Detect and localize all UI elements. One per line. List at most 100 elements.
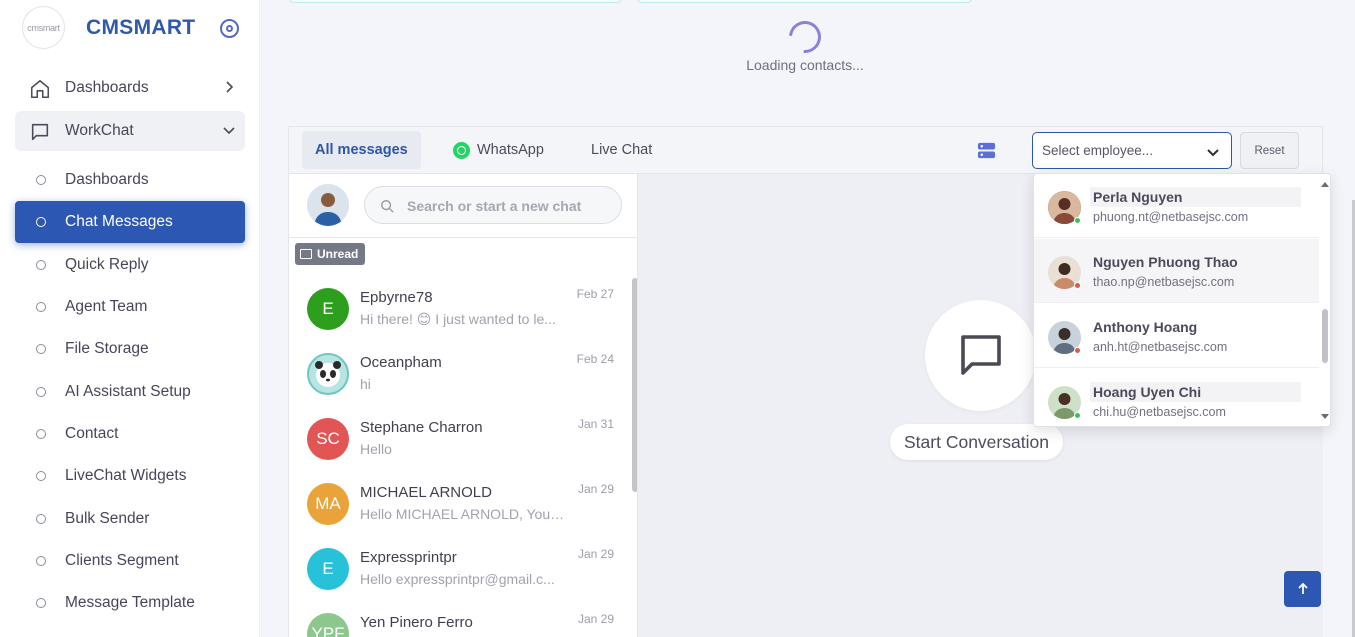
message-bubble-icon [961,335,1001,375]
circle-bullet-icon [36,556,46,566]
contact-date: Jan 31 [577,417,614,431]
sidebar-subitem-label: Chat Messages [65,213,173,230]
scroll-to-top-button[interactable] [1284,571,1321,607]
contact-row[interactable]: MA MICHAEL ARNOLD Hello MICHAEL ARNOLD, … [289,472,629,537]
channel-tabs: All messages WhatsApp Live Chat Select e… [289,127,1322,174]
contact-name: Stephane Charron [360,419,483,436]
contact-name: Epbyrne78 [360,289,433,306]
panda-avatar-icon [307,353,349,395]
contact-date: Feb 27 [576,287,614,301]
sidebar-subitem-livechat-widgets[interactable]: LiveChat Widgets [15,455,245,497]
tab-live-chat[interactable]: Live Chat [591,131,652,169]
tab-whatsapp[interactable]: WhatsApp [451,131,546,169]
contact-last-message: Hello [360,441,392,457]
employee-email: anh.ht@netbasejsc.com [1093,340,1228,354]
sidebar-subitem-label: Message Template [65,594,195,611]
sidebar-subitem-label: Bulk Sender [65,510,150,527]
sidebar-subitem-dashboards[interactable]: Dashboards [15,159,245,201]
contact-name: MICHAEL ARNOLD [360,484,492,501]
employee-option[interactable]: Hoang Uyen Chi chi.hu@netbasejsc.com [1034,369,1319,426]
sidebar-subitem-agent-team[interactable]: Agent Team [15,286,245,328]
brand-logo[interactable]: cmsmart [22,6,65,49]
employee-name: Anthony Hoang [1093,319,1198,335]
sidebar-subitem-label: LiveChat Widgets [65,467,187,484]
employee-option[interactable]: Nguyen Phuong Thao thao.np@netbasejsc.co… [1034,239,1319,303]
loading-spinner-icon [782,14,828,60]
sidebar-toggle-icon[interactable] [220,19,239,38]
unread-filter-button[interactable]: Unread [295,243,366,265]
circle-bullet-icon [36,514,46,524]
start-conversation-button[interactable]: Start Conversation [890,424,1063,460]
sidebar-subitem-chat-messages[interactable]: Chat Messages [15,201,245,243]
scroll-down-icon[interactable] [1321,414,1329,419]
search-input[interactable] [407,196,607,216]
employee-dropdown: Perla Nguyen phuong.nt@netbasejsc.com Ng… [1033,173,1331,427]
tab-label: WhatsApp [477,142,544,158]
circle-bullet-icon [36,175,46,185]
status-dot [1074,217,1081,224]
sidebar-subitem-label: Clients Segment [65,552,179,569]
brand: cmsmart CMSMART [22,6,252,50]
contact-last-message: Hi there! 😊 I just wanted to le... [360,311,556,327]
circle-bullet-icon [36,598,46,608]
reset-button[interactable]: Reset [1240,132,1299,169]
contact-date: Jan 29 [577,612,614,626]
employee-name: Nguyen Phuong Thao [1093,254,1238,270]
sidebar-subitem-ai-assistant-setup[interactable]: AI Assistant Setup [15,371,245,413]
sidebar-subitem-contact[interactable]: Contact [15,413,245,455]
contact-list-panel: Unread E Epbyrne78 Hi there! 😊 I just wa… [289,174,638,637]
tab-label: Live Chat [591,142,653,158]
home-icon [30,79,50,99]
circle-bullet-icon [36,471,46,481]
chat-bubble-icon [31,123,49,141]
tab-all-messages[interactable]: All messages [302,131,421,169]
sidebar-subitem-clients-segment[interactable]: Clients Segment [15,540,245,582]
status-dot [1074,282,1081,289]
sidebar-subitem-label: Agent Team [65,298,148,315]
sidebar-subitem-file-storage[interactable]: File Storage [15,328,245,370]
sidebar-subitem-quick-reply[interactable]: Quick Reply [15,244,245,286]
server-icon[interactable] [977,141,996,160]
stat-card [288,0,623,3]
contact-date: Jan 29 [577,547,614,561]
employee-option[interactable]: Anthony Hoang anh.ht@netbasejsc.com [1034,304,1319,368]
status-dot [1074,347,1081,354]
sidebar-item-label: WorkChat [65,122,134,139]
dropdown-scroll-thumb[interactable] [1322,309,1328,363]
employee-email: phuong.nt@netbasejsc.com [1093,210,1249,224]
dropdown-scrollbar[interactable] [1319,174,1330,426]
contact-last-message: Hello expressprintpr@gmail.c... [360,571,555,587]
employee-name: Hoang Uyen Chi [1093,384,1202,400]
sidebar-subitem-label: Quick Reply [65,256,149,273]
sidebar-item-dashboards[interactable]: Dashboards [15,68,245,108]
chevron-down-icon [223,127,235,135]
divider [289,237,637,238]
sidebar-subitem-label: AI Assistant Setup [65,383,191,400]
loading-text: Loading contacts... [746,57,864,73]
contact-date: Feb 24 [576,352,614,366]
contact-name: Expressprintpr [360,549,457,566]
scroll-up-icon[interactable] [1321,182,1329,187]
contact-date: Jan 29 [577,482,614,496]
circle-bullet-icon [36,429,46,439]
contact-row[interactable]: E Epbyrne78 Hi there! 😊 I just wanted to… [289,277,629,342]
contact-name: Yen Pinero Ferro [360,614,473,631]
employee-option[interactable]: Perla Nguyen phuong.nt@netbasejsc.com [1034,174,1319,238]
conversation-placeholder [925,300,1036,411]
sidebar-item-workchat[interactable]: WorkChat [15,111,245,151]
brand-logo-text: cmsmart [27,22,60,33]
user-photo-icon [307,184,349,226]
circle-bullet-icon [36,387,46,397]
my-avatar[interactable] [307,184,349,226]
contact-row[interactable]: YPF Yen Pinero Ferro Jan 29 [289,602,629,637]
employee-email: chi.hu@netbasejsc.com [1093,405,1226,419]
sidebar-subitem-message-template[interactable]: Message Template [15,582,245,624]
contact-row[interactable]: E Expressprintpr Hello expressprintpr@gm… [289,537,629,602]
contact-last-message: hi [360,376,371,392]
contact-row[interactable]: Oceanpham hi Feb 24 [289,342,629,407]
unread-label: Unread [317,247,359,261]
contact-row[interactable]: SC Stephane Charron Hello Jan 31 [289,407,629,472]
sidebar-subitem-bulk-sender[interactable]: Bulk Sender [15,498,245,540]
whatsapp-icon [453,141,470,159]
employee-select[interactable]: Select employee... [1032,132,1232,169]
